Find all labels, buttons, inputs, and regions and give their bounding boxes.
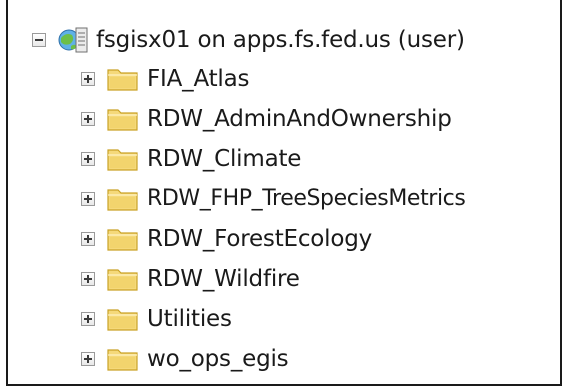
tree-item-label[interactable]: RDW_ForestEcology	[147, 219, 372, 259]
tree-item-label[interactable]: RDW_AdminAndOwnership	[147, 99, 452, 139]
folder-icon	[107, 189, 138, 211]
expand-icon[interactable]	[81, 112, 95, 126]
tree-item-utilities[interactable]: Utilities	[81, 299, 232, 339]
expand-icon[interactable]	[81, 72, 95, 86]
expand-icon[interactable]	[81, 152, 95, 166]
tree-item-label[interactable]: RDW_Wildfire	[147, 259, 300, 299]
tree-item-label[interactable]: wo_ops_egis	[147, 339, 289, 379]
tree-item-label[interactable]: FIA_Atlas	[147, 59, 249, 99]
expand-icon[interactable]	[81, 232, 95, 246]
server-connection-icon	[58, 27, 88, 53]
tree-item-rdw-wildfire[interactable]: RDW_Wildfire	[81, 259, 300, 299]
tree-item-rdw-climate[interactable]: RDW_Climate	[81, 139, 301, 179]
tree-item-label[interactable]: Utilities	[147, 299, 232, 339]
tree-item-rdw-adminandownership[interactable]: RDW_AdminAndOwnership	[81, 99, 452, 139]
tree-root-row[interactable]: fsgisx01 on apps.fs.fed.us (user)	[32, 20, 465, 60]
tree-item-rdw-fhp-treespeciesmetrics[interactable]: RDW_FHP_TreeSpeciesMetrics	[81, 179, 466, 219]
tree-item-label[interactable]: RDW_Climate	[147, 139, 301, 179]
expand-icon[interactable]	[81, 312, 95, 326]
folder-icon	[107, 349, 138, 371]
expand-icon[interactable]	[81, 272, 95, 286]
expand-icon[interactable]	[81, 352, 95, 366]
folder-icon	[107, 229, 138, 251]
catalog-tree: fsgisx01 on apps.fs.fed.us (user) FIA_At…	[8, 0, 560, 384]
collapse-icon[interactable]	[32, 33, 46, 47]
folder-icon	[107, 149, 138, 171]
tree-item-label[interactable]: RDW_FHP_TreeSpeciesMetrics	[147, 179, 466, 219]
expand-icon[interactable]	[81, 192, 95, 206]
folder-icon	[107, 269, 138, 291]
catalog-tree-panel: fsgisx01 on apps.fs.fed.us (user) FIA_At…	[6, 0, 562, 386]
tree-item-rdw-forestecology[interactable]: RDW_ForestEcology	[81, 219, 372, 259]
folder-icon	[107, 109, 138, 131]
folder-icon	[107, 309, 138, 331]
tree-item-wo-ops-egis[interactable]: wo_ops_egis	[81, 339, 289, 379]
tree-item-fia-atlas[interactable]: FIA_Atlas	[81, 59, 249, 99]
tree-root-label[interactable]: fsgisx01 on apps.fs.fed.us (user)	[96, 20, 465, 60]
folder-icon	[107, 69, 138, 91]
